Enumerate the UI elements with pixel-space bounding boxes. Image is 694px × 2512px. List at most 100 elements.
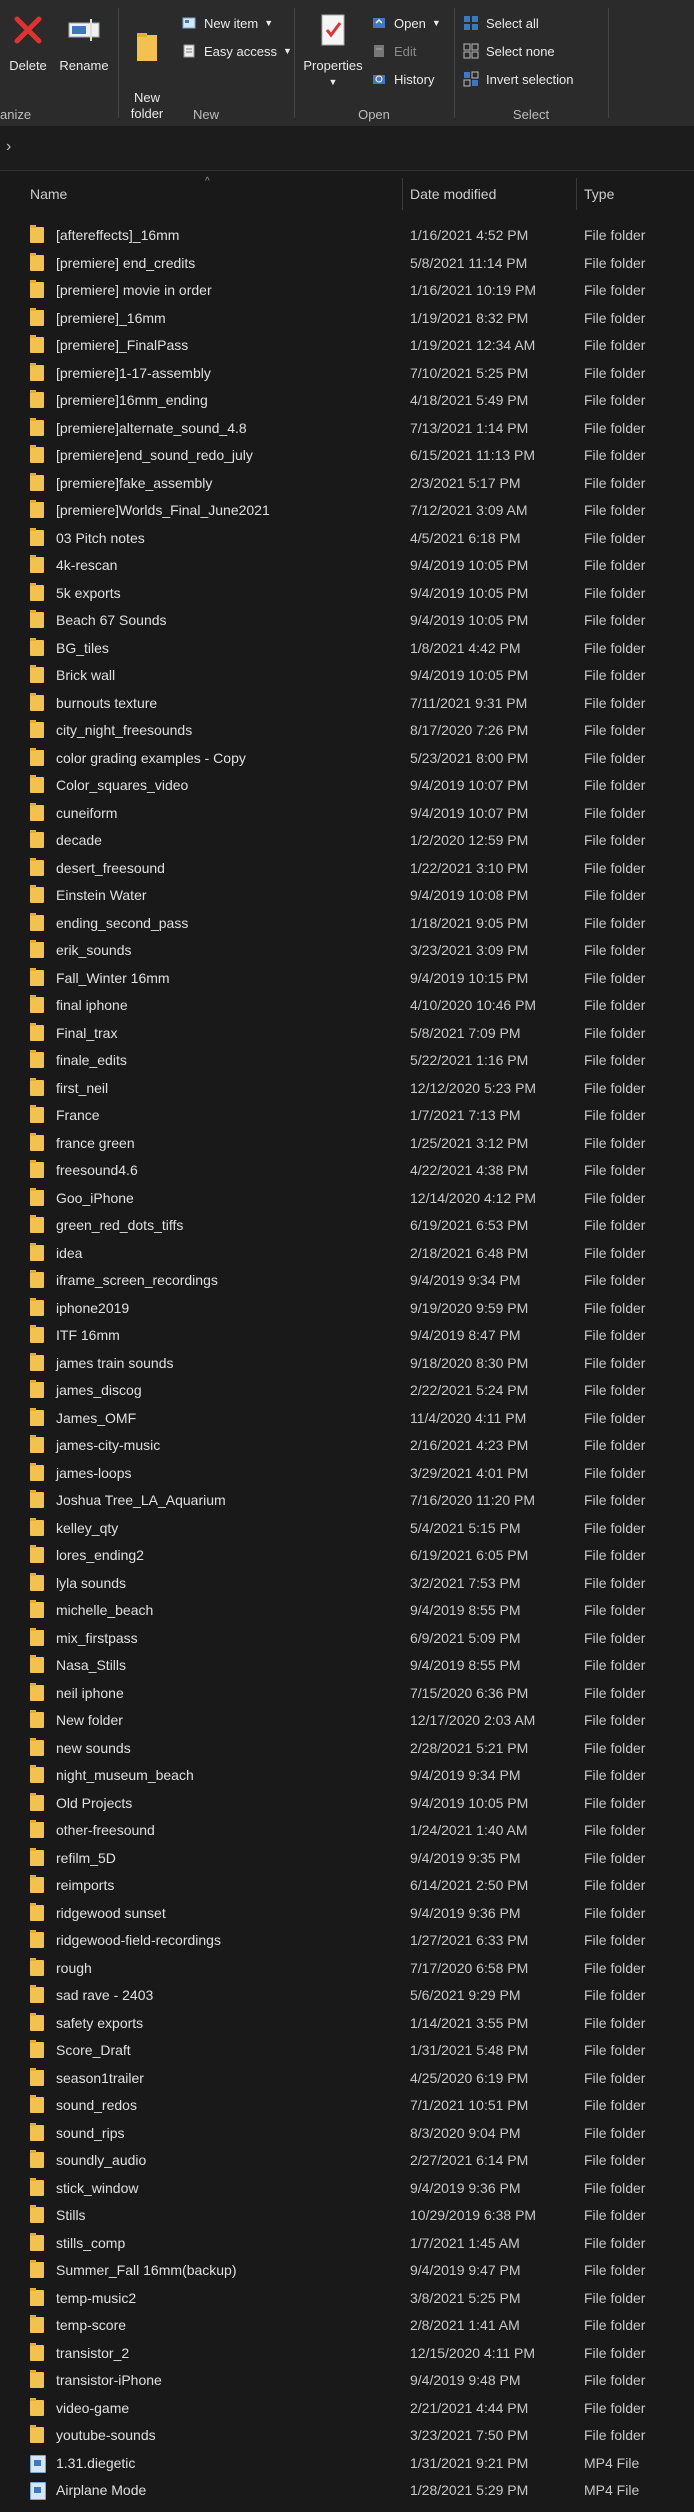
breadcrumb-chevron-icon[interactable]: ›	[6, 138, 11, 156]
file-row[interactable]: [premiere]16mm_ending 4/18/2021 5:49 PM Fi…	[0, 387, 694, 415]
open-button[interactable]: Open ▼	[370, 12, 441, 34]
type-column-header[interactable]: Type	[584, 176, 614, 212]
file-row[interactable]: new sounds 2/28/2021 5:21 PM File folder	[0, 1735, 694, 1763]
file-row[interactable]: 5k exports 9/4/2019 10:05 PM File folder	[0, 580, 694, 608]
file-row[interactable]: James_OMF 11/4/2020 4:11 PM File folder	[0, 1405, 694, 1433]
file-row[interactable]: ridgewood sunset 9/4/2019 9:36 PM File fol…	[0, 1900, 694, 1928]
file-row[interactable]: Airplane Mode 1/28/2021 5:29 PM MP4 File	[0, 2477, 694, 2505]
file-row[interactable]: video-game 2/21/2021 4:44 PM File folder	[0, 2395, 694, 2423]
properties-button[interactable]: Properties ▼	[302, 10, 364, 90]
file-row[interactable]: [premiere]end_sound_redo_july 6/15/2021 1…	[0, 442, 694, 470]
file-row[interactable]: iframe_screen_recordings 9/4/2019 9:34 PM…	[0, 1267, 694, 1295]
file-row[interactable]: reimports 6/14/2021 2:50 PM File folder	[0, 1872, 694, 1900]
file-row[interactable]: night_museum_beach 9/4/2019 9:34 PM File f…	[0, 1762, 694, 1790]
file-row[interactable]: iphone2019 9/19/2020 9:59 PM File folder	[0, 1295, 694, 1323]
file-row[interactable]: [premiere]fake_assembly 2/3/2021 5:17 PM F…	[0, 470, 694, 498]
file-row[interactable]: 4k-rescan 9/4/2019 10:05 PM File folder	[0, 552, 694, 580]
file-row[interactable]: New folder 12/17/2020 2:03 AM File folder	[0, 1707, 694, 1735]
file-row[interactable]: first_neil 12/12/2020 5:23 PM File folder	[0, 1075, 694, 1103]
file-row[interactable]: france green 1/25/2021 3:12 PM File folder	[0, 1130, 694, 1158]
select-none-button[interactable]: Select none	[462, 40, 555, 62]
file-row[interactable]: sound_rips 8/3/2020 9:04 PM File folder	[0, 2120, 694, 2148]
invert-selection-button[interactable]: Invert selection	[462, 68, 573, 90]
file-row[interactable]: decade 1/2/2020 12:59 PM File folder	[0, 827, 694, 855]
file-row[interactable]: rough 7/17/2020 6:58 PM File folder	[0, 1955, 694, 1983]
file-row[interactable]: james-city-music 2/16/2021 4:23 PM File fo…	[0, 1432, 694, 1460]
file-row[interactable]: Final_trax 5/8/2021 7:09 PM File folder	[0, 1020, 694, 1048]
file-row[interactable]: 1.31.diegetic 1/31/2021 9:21 PM MP4 File	[0, 2450, 694, 2478]
history-button[interactable]: History	[370, 68, 434, 90]
date-modified-column-header[interactable]: Date modified	[410, 176, 496, 212]
file-row[interactable]: mix_firstpass 6/9/2021 5:09 PM File folder	[0, 1625, 694, 1653]
file-row[interactable]: [aftereffects]_16mm 1/16/2021 4:52 PM File…	[0, 222, 694, 250]
file-row[interactable]: stick_window 9/4/2019 9:36 PM File folder	[0, 2175, 694, 2203]
file-row[interactable]: [premiere] end_credits 5/8/2021 11:14 PM F…	[0, 250, 694, 278]
file-row[interactable]: Old Projects 9/4/2019 10:05 PM File folder	[0, 1790, 694, 1818]
file-row[interactable]: james train sounds 9/18/2020 8:30 PM File …	[0, 1350, 694, 1378]
file-row[interactable]: ending_second_pass 1/18/2021 9:05 PM File …	[0, 910, 694, 938]
file-row[interactable]: sound_redos 7/1/2021 10:51 PM File folder	[0, 2092, 694, 2120]
file-row[interactable]: other-freesound 1/24/2021 1:40 AM File fol…	[0, 1817, 694, 1845]
file-row[interactable]: 03 Pitch notes 4/5/2021 6:18 PM File folde…	[0, 525, 694, 553]
file-row[interactable]: Joshua Tree_LA_Aquarium 7/16/2020 11:20 P…	[0, 1487, 694, 1515]
file-row[interactable]: freesound4.6 4/22/2021 4:38 PM File folder	[0, 1157, 694, 1185]
file-row[interactable]: james-loops 3/29/2021 4:01 PM File folder	[0, 1460, 694, 1488]
file-row[interactable]: james_discog 2/22/2021 5:24 PM File folder	[0, 1377, 694, 1405]
file-row[interactable]: final iphone 4/10/2020 10:46 PM File folde…	[0, 992, 694, 1020]
file-row[interactable]: burnouts texture 7/11/2021 9:31 PM File fo…	[0, 690, 694, 718]
file-row[interactable]: [premiere] movie in order 1/16/2021 10:19…	[0, 277, 694, 305]
file-row[interactable]: erik_sounds 3/23/2021 3:09 PM File folder	[0, 937, 694, 965]
address-bar[interactable]: ›	[0, 126, 694, 171]
file-row[interactable]: Score_Draft 1/31/2021 5:48 PM File folder	[0, 2037, 694, 2065]
file-row[interactable]: lyla sounds 3/2/2021 7:53 PM File folder	[0, 1570, 694, 1598]
file-row[interactable]: idea 2/18/2021 6:48 PM File folder	[0, 1240, 694, 1268]
file-row[interactable]: green_red_dots_tiffs 6/19/2021 6:53 PM Fil…	[0, 1212, 694, 1240]
file-row[interactable]: neil iphone 7/15/2020 6:36 PM File folder	[0, 1680, 694, 1708]
file-row[interactable]: transistor-iPhone 9/4/2019 9:48 PM File fo…	[0, 2367, 694, 2395]
file-row[interactable]: refilm_5D 9/4/2019 9:35 PM File folder	[0, 1845, 694, 1873]
file-row[interactable]: Beach 67 Sounds 9/4/2019 10:05 PM File fol…	[0, 607, 694, 635]
new-item-button[interactable]: New item ▼	[180, 12, 273, 34]
file-row[interactable]: color grading examples - Copy 5/23/2021 8…	[0, 745, 694, 773]
file-row[interactable]: [premiere]Worlds_Final_June2021 7/12/2021…	[0, 497, 694, 525]
file-row[interactable]: season1trailer 4/25/2020 6:19 PM File fold…	[0, 2065, 694, 2093]
file-row[interactable]: [premiere]_FinalPass 1/19/2021 12:34 AM Fi…	[0, 332, 694, 360]
file-row[interactable]: ITF 16mm 9/4/2019 8:47 PM File folder	[0, 1322, 694, 1350]
file-row[interactable]: temp-score 2/8/2021 1:41 AM File folder	[0, 2312, 694, 2340]
name-column-header[interactable]: Name	[30, 176, 67, 212]
file-row[interactable]: Goo_iPhone 12/14/2020 4:12 PM File folder	[0, 1185, 694, 1213]
file-row[interactable]: temp-music2 3/8/2021 5:25 PM File folder	[0, 2285, 694, 2313]
file-row[interactable]: stills_comp 1/7/2021 1:45 AM File folder	[0, 2230, 694, 2258]
file-row[interactable]: Fall_Winter 16mm 9/4/2019 10:15 PM File fo…	[0, 965, 694, 993]
file-row[interactable]: [premiere]alternate_sound_4.8 7/13/2021 1…	[0, 415, 694, 443]
file-row[interactable]: transistor_2 12/15/2020 4:11 PM File folde…	[0, 2340, 694, 2368]
new-folder-button[interactable]: New folder	[124, 10, 170, 122]
edit-button[interactable]: Edit	[370, 40, 416, 62]
file-row[interactable]: michelle_beach 9/4/2019 8:55 PM File folde…	[0, 1597, 694, 1625]
file-row[interactable]: desert_freesound 1/22/2021 3:10 PM File fo…	[0, 855, 694, 883]
file-row[interactable]: Stills 10/29/2019 6:38 PM File folder	[0, 2202, 694, 2230]
file-row[interactable]: BG_tiles 1/8/2021 4:42 PM File folder	[0, 635, 694, 663]
file-row[interactable]: [premiere]1-17-assembly 7/10/2021 5:25 PM…	[0, 360, 694, 388]
file-row[interactable]: sad rave - 2403 5/6/2021 9:29 PM File fold…	[0, 1982, 694, 2010]
file-row[interactable]: safety exports 1/14/2021 3:55 PM File fold…	[0, 2010, 694, 2038]
file-row[interactable]: cuneiform 9/4/2019 10:07 PM File folder	[0, 800, 694, 828]
file-row[interactable]: France 1/7/2021 7:13 PM File folder	[0, 1102, 694, 1130]
column-divider[interactable]	[576, 178, 577, 210]
file-row[interactable]: youtube-sounds 3/23/2021 7:50 PM File fold…	[0, 2422, 694, 2450]
file-row[interactable]: Nasa_Stills 9/4/2019 8:55 PM File folder	[0, 1652, 694, 1680]
file-row[interactable]: ridgewood-field-recordings 1/27/2021 6:33…	[0, 1927, 694, 1955]
file-row[interactable]: lores_ending2 6/19/2021 6:05 PM File folde…	[0, 1542, 694, 1570]
file-row[interactable]: [premiere]_16mm 1/19/2021 8:32 PM File fol…	[0, 305, 694, 333]
column-divider[interactable]	[402, 178, 403, 210]
file-row[interactable]: Color_squares_video 9/4/2019 10:07 PM File…	[0, 772, 694, 800]
file-row[interactable]: soundly_audio 2/27/2021 6:14 PM File folde…	[0, 2147, 694, 2175]
file-row[interactable]: city_night_freesounds 8/17/2020 7:26 PM Fi…	[0, 717, 694, 745]
file-row[interactable]: Summer_Fall 16mm(backup) 9/4/2019 9:47 PM…	[0, 2257, 694, 2285]
file-row[interactable]: finale_edits 5/22/2021 1:16 PM File folder	[0, 1047, 694, 1075]
easy-access-button[interactable]: Easy access ▼	[180, 40, 292, 62]
file-row[interactable]: Einstein Water 9/4/2019 10:08 PM File fold…	[0, 882, 694, 910]
file-row[interactable]: Brick wall 9/4/2019 10:05 PM File folder	[0, 662, 694, 690]
rename-button[interactable]: Rename	[56, 10, 112, 74]
select-all-button[interactable]: Select all	[462, 12, 539, 34]
